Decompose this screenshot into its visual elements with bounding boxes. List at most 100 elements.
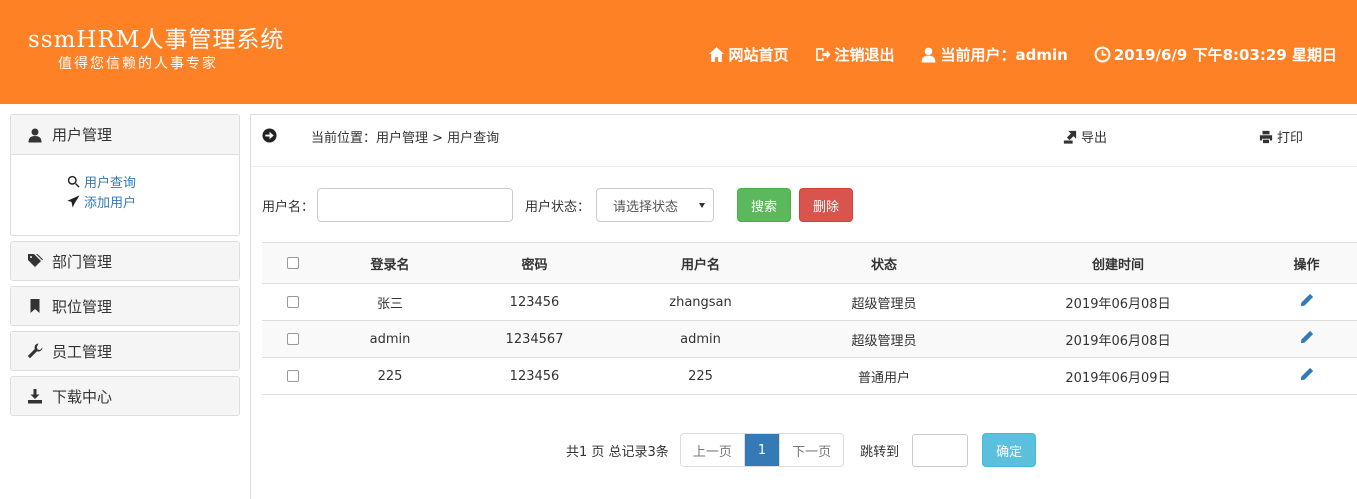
sidebar-item-position-mgmt[interactable]: 职位管理 [11, 287, 239, 325]
table-cell: zhangsan [613, 283, 788, 321]
column-header: 密码 [456, 242, 613, 284]
table-cell: 2019年06月09日 [980, 357, 1256, 395]
sidebar-item-employee-mgmt[interactable]: 员工管理 [11, 332, 239, 370]
table-cell: 超级管理员 [788, 320, 980, 358]
status-select-value: 请选择状态 [613, 199, 679, 215]
user-icon [28, 128, 42, 142]
edit-button[interactable] [1300, 367, 1314, 385]
breadcrumb: 当前位置：用户管理 > 用户查询 [311, 131, 500, 146]
wrench-icon [27, 343, 43, 359]
table-cell: 普通用户 [788, 357, 980, 395]
table-cell: 225 [324, 357, 456, 395]
row-select-cell [262, 283, 324, 321]
sidebar-subitem-add-user[interactable]: 添加用户 [67, 191, 239, 211]
top-nav: 网站首页 注销退出 当前用户：admin 2019/6/9 下午8:03:29 … [682, 44, 1337, 65]
home-link[interactable]: 网站首页 [708, 44, 788, 65]
arrow-circle-right-icon [262, 128, 277, 143]
column-header: 创建时间 [980, 242, 1256, 284]
action-cell [1256, 283, 1357, 321]
app-header: ssmHRM人事管理系统 值得您信赖的人事专家 网站首页 注销退出 当前用户：a… [0, 0, 1357, 104]
current-page-button[interactable]: 1 [743, 434, 780, 466]
confirm-button[interactable]: 确定 [982, 433, 1037, 467]
user-icon [922, 47, 936, 63]
breadcrumb-bar: 当前位置：用户管理 > 用户查询 导出 打印 [251, 115, 1357, 167]
current-user: 当前用户：admin [920, 44, 1068, 65]
logout-link[interactable]: 注销退出 [814, 44, 894, 65]
main-content: 当前位置：用户管理 > 用户查询 导出 打印 用户名： 用户状态： 请选择状态 … [250, 114, 1357, 499]
pencil-icon [1300, 330, 1313, 344]
table-cell: 2019年06月08日 [980, 320, 1256, 358]
app-title: ssmHRM人事管理系统 [28, 27, 285, 53]
export-button[interactable]: 导出 [1063, 127, 1107, 146]
clock-icon [1094, 46, 1111, 63]
pencil-icon [1300, 367, 1313, 381]
next-page-button[interactable]: 下一页 [779, 434, 844, 466]
tags-icon [28, 254, 43, 267]
sidebar-subitem-user-query[interactable]: 用户查询 [67, 171, 239, 191]
user-table: 登录名 密码 用户名 状态 创建时间 操作 张三 123456 zhangsan… [262, 242, 1357, 395]
username-label: 用户名： [262, 199, 315, 215]
caret-down-icon [699, 202, 706, 208]
action-cell [1256, 320, 1357, 358]
prev-page-button[interactable]: 上一页 [680, 434, 744, 466]
edit-button[interactable] [1300, 293, 1314, 311]
row-checkbox[interactable] [287, 296, 299, 308]
sidebar-item-download-center[interactable]: 下载中心 [11, 377, 239, 415]
pagination-buttons: 上一页 1 下一页 [679, 433, 845, 467]
print-icon [1259, 130, 1273, 143]
sidebar: 用户管理 用户查询 添加用户 部门管理 职位管理 员工管理 下载中心 [10, 114, 240, 421]
sidebar-item-user-mgmt[interactable]: 用户管理 [11, 115, 239, 154]
table-cell: 225 [613, 357, 788, 395]
sidebar-item-label: 部门管理 [52, 252, 113, 271]
sidebar-group-employee-mgmt: 员工管理 [10, 331, 240, 371]
row-select-cell [262, 320, 324, 358]
logout-icon [816, 48, 831, 61]
datetime-label: 2019/6/9 下午8:03:29 星期日 [1113, 46, 1337, 64]
search-icon [67, 175, 80, 188]
pencil-icon [1300, 293, 1313, 307]
pagination: 共1 页 总记录3条 上一页 1 下一页 跳转到 确定 [566, 433, 1037, 467]
row-checkbox[interactable] [287, 333, 299, 345]
bookmark-icon [30, 299, 40, 313]
column-header: 登录名 [324, 242, 456, 284]
app-subtitle: 值得您信赖的人事专家 [58, 56, 218, 72]
sidebar-group-position-mgmt: 职位管理 [10, 286, 240, 326]
sidebar-group-user-mgmt: 用户管理 用户查询 添加用户 [10, 114, 240, 236]
jump-page-input[interactable] [912, 433, 969, 467]
sidebar-submenu: 用户查询 添加用户 [11, 154, 239, 235]
table-cell: 张三 [324, 283, 456, 321]
delete-button[interactable]: 删除 [799, 188, 854, 222]
export-label: 导出 [1081, 131, 1108, 146]
sidebar-item-label: 员工管理 [52, 342, 113, 361]
sidebar-item-label: 下载中心 [52, 387, 113, 406]
sidebar-item-label: 职位管理 [52, 297, 113, 316]
column-header: 用户名 [613, 242, 788, 284]
table-row: 225 123456 225 普通用户 2019年06月09日 [262, 357, 1357, 395]
action-cell [1256, 357, 1357, 395]
current-user-label: 当前用户：admin [940, 46, 1068, 64]
column-header: 操作 [1256, 242, 1357, 284]
sidebar-group-dept-mgmt: 部门管理 [10, 241, 240, 281]
select-all-checkbox[interactable] [287, 257, 299, 269]
search-button[interactable]: 搜索 [737, 188, 792, 222]
send-icon [67, 194, 80, 208]
datetime: 2019/6/9 下午8:03:29 星期日 [1094, 44, 1337, 65]
table-cell: admin [324, 320, 456, 358]
edit-button[interactable] [1300, 330, 1314, 348]
print-button[interactable]: 打印 [1259, 127, 1303, 146]
jump-label: 跳转到 [860, 444, 900, 460]
column-header: 状态 [788, 242, 980, 284]
sidebar-item-label: 用户管理 [52, 126, 113, 144]
table-row: admin 1234567 admin 超级管理员 2019年06月08日 [262, 320, 1357, 358]
table-cell: 123456 [456, 357, 613, 395]
print-label: 打印 [1277, 131, 1304, 146]
download-icon [28, 389, 42, 404]
table-cell: 123456 [456, 283, 613, 321]
table-cell: 2019年06月08日 [980, 283, 1256, 321]
username-input[interactable] [317, 188, 514, 222]
sidebar-item-dept-mgmt[interactable]: 部门管理 [11, 242, 239, 280]
sidebar-subitem-label: 用户查询 [84, 175, 137, 191]
row-checkbox[interactable] [287, 370, 299, 382]
status-select[interactable]: 请选择状态 [596, 188, 715, 222]
logout-link-label: 注销退出 [834, 46, 895, 64]
